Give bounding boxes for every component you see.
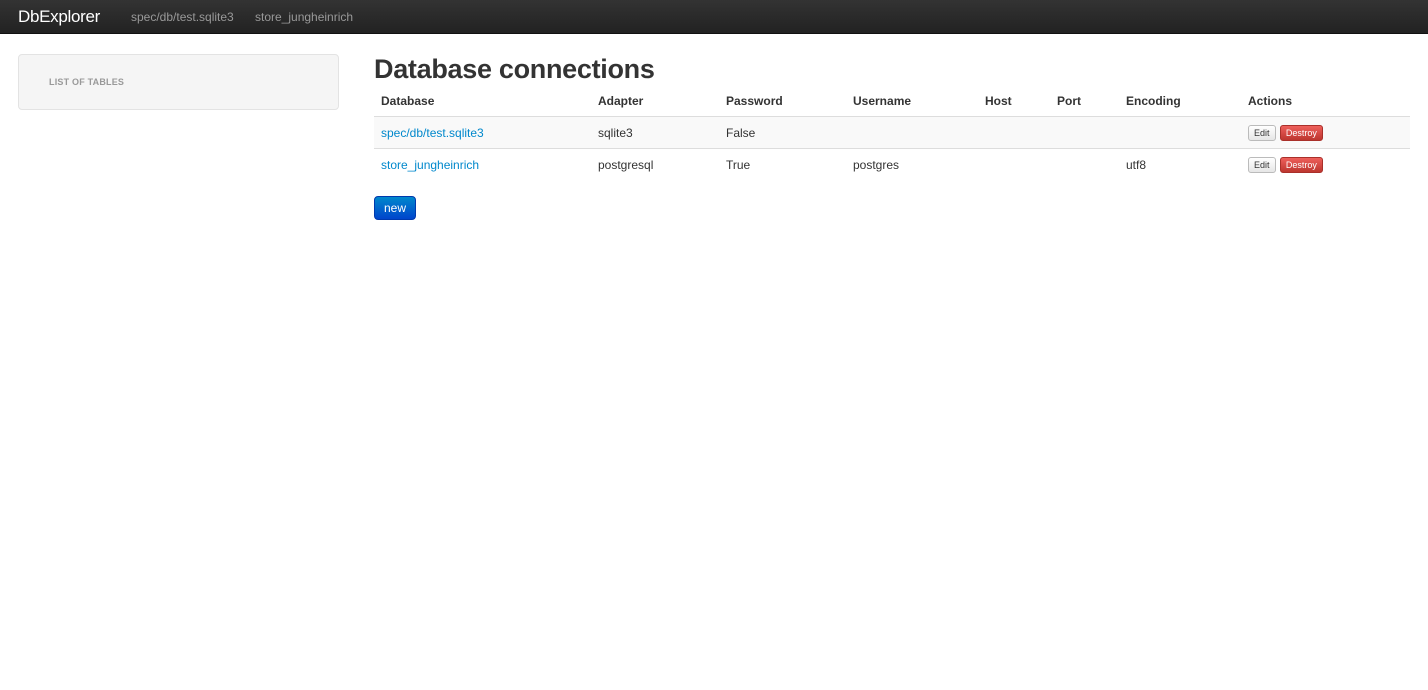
cell-host [978, 116, 1050, 149]
cell-database: spec/db/test.sqlite3 [374, 116, 591, 149]
destroy-button[interactable]: Destroy [1279, 156, 1323, 173]
column-header-actions: Actions [1248, 94, 1293, 108]
connections-table: Database Adapter Password Username Host … [374, 87, 1410, 180]
brand-link[interactable]: DbExplorer [18, 7, 100, 27]
column-header-adapter: Adapter [598, 94, 644, 108]
nav-link-test-sqlite3[interactable]: spec/db/test.sqlite3 [131, 10, 234, 24]
cell-host [978, 148, 1050, 180]
cell-password: False [719, 116, 846, 149]
column-header-encoding: Encoding [1126, 94, 1181, 108]
database-link[interactable]: store_jungheinrich [381, 158, 479, 172]
cell-password: True [719, 148, 846, 180]
database-link[interactable]: spec/db/test.sqlite3 [381, 126, 484, 140]
cell-database: store_jungheinrich [374, 148, 591, 180]
cell-encoding: utf8 [1119, 148, 1241, 180]
nav-link-store-jungheinrich[interactable]: store_jungheinrich [255, 10, 353, 24]
edit-button[interactable]: Edit [1248, 156, 1276, 173]
cell-port [1050, 148, 1119, 180]
cell-encoding [1119, 116, 1241, 149]
column-header-password: Password [726, 94, 783, 108]
destroy-button[interactable]: Destroy [1279, 124, 1323, 141]
column-header-host: Host [985, 94, 1012, 108]
table-row: store_jungheinrich postgresql True postg… [374, 148, 1410, 180]
column-header-username: Username [853, 94, 912, 108]
new-connection-button[interactable]: new [374, 196, 416, 220]
top-navbar: DbExplorer spec/db/test.sqlite3 store_ju… [0, 0, 1428, 34]
cell-adapter: sqlite3 [591, 116, 719, 149]
sidebar-header: LIST OF TABLES [49, 77, 125, 87]
cell-adapter: postgresql [591, 148, 719, 180]
cell-username: postgres [846, 148, 978, 180]
cell-actions: Edit Destroy [1241, 148, 1410, 180]
column-header-port: Port [1057, 94, 1081, 108]
page-title: Database connections [374, 54, 655, 84]
edit-button[interactable]: Edit [1248, 124, 1276, 141]
cell-username [846, 116, 978, 149]
table-header-row: Database Adapter Password Username Host … [374, 87, 1410, 117]
table-row: spec/db/test.sqlite3 sqlite3 False Edit … [374, 116, 1410, 149]
column-header-database: Database [381, 94, 435, 108]
cell-actions: Edit Destroy [1241, 116, 1410, 149]
sidebar-panel: LIST OF TABLES [18, 54, 339, 110]
cell-port [1050, 116, 1119, 149]
